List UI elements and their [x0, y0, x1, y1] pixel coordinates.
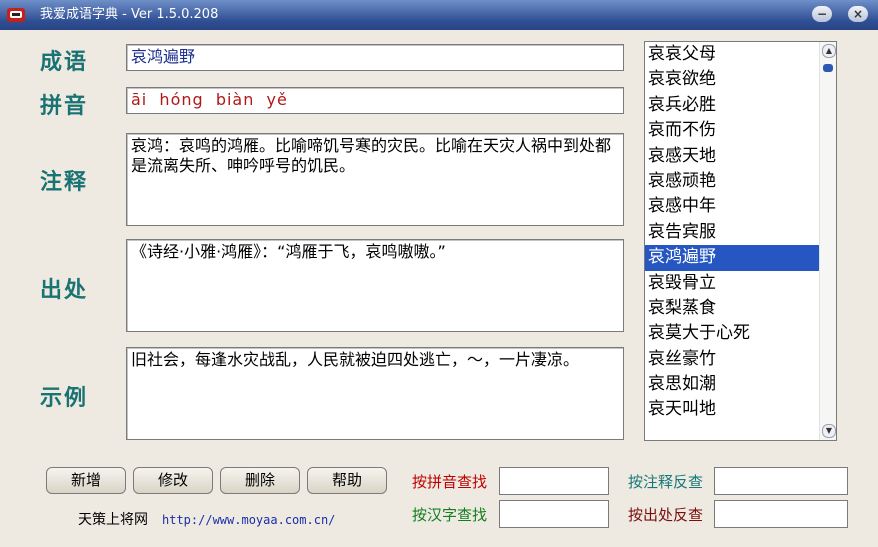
source-field[interactable]: 《诗经·小雅·鸿雁》：“鸿雁于飞，哀鸣嗷嗷。”: [126, 239, 624, 332]
example-value: 旧社会，每逢水灾战乱，人民就被迫四处逃亡，～，一片凄凉。: [131, 350, 580, 369]
list-scrollbar[interactable]: ▲ ▼: [819, 42, 836, 440]
search-by-source-label: 按出处反查: [628, 506, 704, 524]
edit-button[interactable]: 修改: [133, 467, 213, 494]
list-item[interactable]: 哀丝豪竹: [645, 347, 836, 372]
close-button[interactable]: ×: [848, 6, 868, 22]
window-title: 我爱成语字典 - Ver 1.5.0.208: [40, 7, 219, 22]
idiom-label: 成语: [40, 49, 89, 75]
search-by-hanzi-input[interactable]: [499, 500, 609, 528]
search-by-pinyin-label: 按拼音查找: [412, 473, 488, 491]
footer-url-link[interactable]: http://www.moyaa.com.cn/: [162, 512, 335, 528]
search-by-notes-input[interactable]: [714, 467, 848, 495]
scroll-down-icon[interactable]: ▼: [822, 424, 836, 438]
list-item[interactable]: 哀天叫地: [645, 397, 836, 422]
search-by-hanzi-label: 按汉字查找: [412, 506, 488, 524]
help-button[interactable]: 帮助: [307, 467, 387, 494]
list-item[interactable]: 哀哀父母: [645, 42, 836, 67]
list-item[interactable]: 哀思如潮: [645, 372, 836, 397]
minimize-icon: −: [816, 7, 828, 21]
scroll-thumb[interactable]: [823, 64, 833, 72]
example-field[interactable]: 旧社会，每逢水灾战乱，人民就被迫四处逃亡，～，一片凄凉。: [126, 347, 624, 440]
minimize-button[interactable]: −: [812, 6, 832, 22]
list-item[interactable]: 哀莫大于心死: [645, 321, 836, 346]
delete-button[interactable]: 删除: [220, 467, 300, 494]
list-item[interactable]: 哀告宾服: [645, 220, 836, 245]
list-item[interactable]: 哀梨蒸食: [645, 296, 836, 321]
search-by-pinyin-input[interactable]: [499, 467, 609, 495]
pinyin-label: 拼音: [40, 93, 89, 119]
notes-value: 哀鸿：哀鸣的鸿雁。比喻啼饥号寒的灾民。比喻在天灾人祸中到处都是流离失所、呻吟呼号…: [131, 136, 612, 175]
notes-field[interactable]: 哀鸿：哀鸣的鸿雁。比喻啼饥号寒的灾民。比喻在天灾人祸中到处都是流离失所、呻吟呼号…: [126, 133, 624, 226]
add-button[interactable]: 新增: [46, 467, 126, 494]
list-item[interactable]: 哀兵必胜: [645, 93, 836, 118]
pinyin-field[interactable]: āi hóng biàn yě: [126, 87, 624, 114]
scroll-up-icon[interactable]: ▲: [822, 44, 836, 58]
list-item[interactable]: 哀鸿遍野: [645, 245, 819, 271]
idiom-value: 哀鸿遍野: [131, 47, 196, 66]
source-value: 《诗经·小雅·鸿雁》：“鸿雁于飞，哀鸣嗷嗷。”: [131, 242, 446, 261]
close-icon: ×: [852, 7, 864, 21]
idiom-field[interactable]: 哀鸿遍野: [126, 44, 624, 71]
footer-site-name: 天策上将网: [78, 512, 148, 528]
list-item[interactable]: 哀感中年: [645, 194, 836, 219]
app-window: 我爱成语字典 - Ver 1.5.0.208 − × 成语 哀鸿遍野 拼音 āi…: [0, 0, 878, 547]
notes-label: 注释: [40, 169, 89, 195]
title-bar[interactable]: 我爱成语字典 - Ver 1.5.0.208 − ×: [0, 0, 878, 30]
list-item[interactable]: 哀感顽艳: [645, 169, 836, 194]
idiom-list-items: 哀哀父母 哀哀欲绝 哀兵必胜 哀而不伤 哀感天地 哀感顽艳 哀感中年 哀告宾服 哀鸿遍野 哀毁骨立…: [645, 42, 836, 423]
search-by-source-input[interactable]: [714, 500, 848, 528]
list-item[interactable]: 哀而不伤: [645, 118, 836, 143]
idiom-list[interactable]: 哀哀父母 哀哀欲绝 哀兵必胜 哀而不伤 哀感天地 哀感顽艳 哀感中年 哀告宾服 哀鸿遍野 哀毁骨立…: [644, 41, 837, 441]
source-label: 出处: [40, 277, 89, 303]
list-item[interactable]: 哀毁骨立: [645, 271, 836, 296]
example-label: 示例: [40, 385, 89, 411]
list-item[interactable]: 哀感天地: [645, 144, 836, 169]
search-by-notes-label: 按注释反查: [628, 473, 704, 491]
pinyin-value: āi hóng biàn yě: [131, 90, 288, 109]
app-logo-icon: [7, 8, 25, 22]
list-item[interactable]: 哀哀欲绝: [645, 67, 836, 92]
